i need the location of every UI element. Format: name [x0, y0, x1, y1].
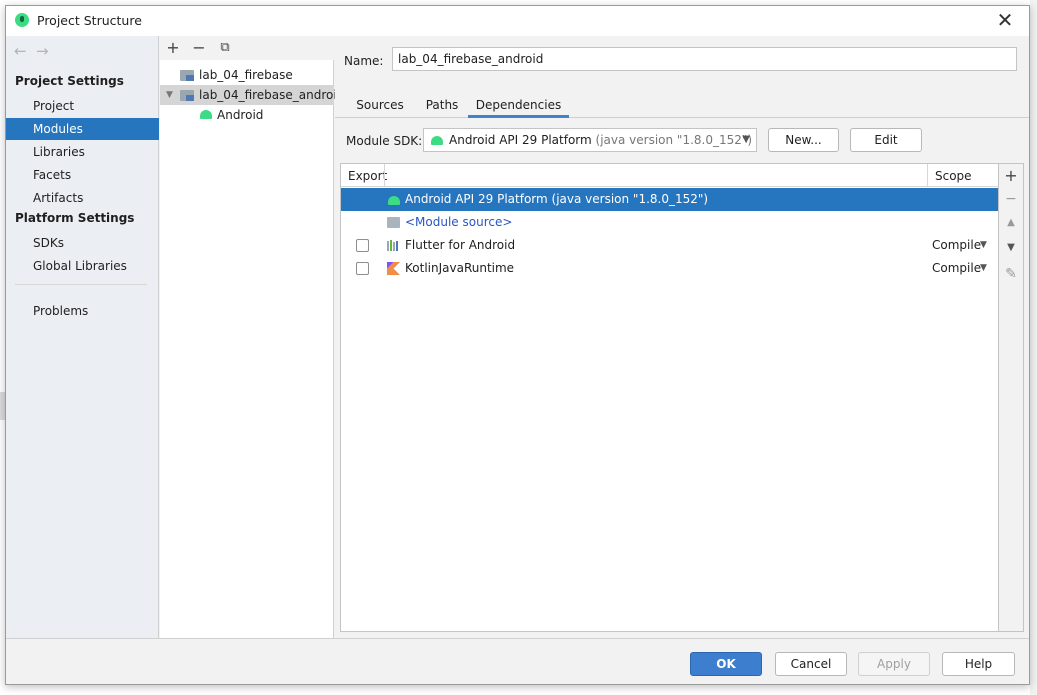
expand-arrow-icon[interactable]: ▼ — [166, 85, 173, 105]
project-structure-dialog: Project Structure ✕ ← → Project Settings … — [5, 5, 1030, 685]
nav-arrows: ← → — [14, 42, 58, 60]
dependency-label: Android API 29 Platform (java version "1… — [405, 192, 709, 206]
dialog-footer: OK Cancel Apply Help — [6, 638, 1029, 684]
module-name-input[interactable] — [392, 47, 1017, 71]
cancel-button[interactable]: Cancel — [775, 652, 847, 676]
platform-settings-header: Platform Settings — [15, 211, 135, 225]
copy-icon[interactable]: ⧉ — [215, 38, 235, 58]
move-down-icon[interactable]: ▼ — [999, 237, 1023, 259]
tree-item-label: lab_04_firebase_android — [199, 88, 345, 102]
module-tree: + − ⧉ lab_04_firebase ▼ lab_04_firebase_… — [160, 36, 344, 638]
sidebar-item-facets[interactable]: Facets — [6, 164, 159, 186]
add-dependency-icon[interactable]: + — [999, 165, 1023, 187]
tree-item-lab-04-firebase-android[interactable]: ▼ lab_04_firebase_android — [160, 85, 344, 105]
add-icon[interactable]: + — [163, 38, 183, 58]
help-button[interactable]: Help — [942, 652, 1015, 676]
dependency-label: KotlinJavaRuntime — [405, 261, 515, 275]
export-checkbox[interactable] — [356, 262, 369, 275]
tab-sources[interactable]: Sources — [352, 94, 408, 118]
table-header: Export Scope — [341, 164, 998, 187]
close-icon[interactable]: ✕ — [992, 10, 1018, 32]
table-row[interactable]: <Module source> — [341, 211, 998, 234]
column-divider — [384, 164, 385, 187]
source-folder-icon — [387, 217, 400, 228]
chevron-down-icon: ▼ — [742, 134, 750, 145]
tab-dependencies[interactable]: Dependencies — [468, 94, 569, 118]
tree-toolbar: + − ⧉ — [160, 36, 334, 60]
chevron-down-icon[interactable]: ▼ — [980, 257, 987, 280]
tree-item-label: Android — [217, 108, 264, 122]
sidebar-item-global-libraries[interactable]: Global Libraries — [6, 255, 159, 277]
library-icon — [387, 240, 398, 251]
sidebar-item-modules[interactable]: Modules — [6, 118, 159, 140]
dialog-titlebar: Project Structure ✕ — [6, 6, 1029, 36]
forward-arrow-icon[interactable]: → — [36, 42, 58, 60]
scope-select[interactable]: Compile — [932, 257, 981, 280]
sidebar-item-project[interactable]: Project — [6, 95, 159, 117]
apply-button[interactable]: Apply — [858, 652, 930, 676]
column-header-export[interactable]: Export — [348, 169, 387, 183]
settings-sidebar: ← → Project Settings Project Modules Libr… — [6, 36, 159, 638]
edit-sdk-button[interactable]: Edit — [850, 128, 922, 152]
module-details-panel: Name: Sources Paths Dependencies Module … — [335, 36, 1029, 638]
module-sdk-label: Module SDK: — [346, 134, 423, 148]
ok-button[interactable]: OK — [690, 652, 762, 676]
tree-item-label: lab_04_firebase — [199, 68, 293, 82]
sidebar-item-problems[interactable]: Problems — [6, 300, 159, 322]
android-studio-icon — [15, 13, 29, 27]
dialog-title: Project Structure — [37, 13, 142, 28]
export-checkbox[interactable] — [356, 239, 369, 252]
column-header-scope[interactable]: Scope — [935, 169, 972, 183]
sidebar-item-sdks[interactable]: SDKs — [6, 232, 159, 254]
scope-select[interactable]: Compile — [932, 234, 981, 257]
sdk-value: Android API 29 Platform — [449, 133, 592, 147]
column-divider — [927, 164, 928, 187]
ide-background-edge — [1030, 0, 1037, 695]
sdk-value-detail: (java version "1.8.0_152") — [595, 133, 753, 147]
chevron-down-icon[interactable]: ▼ — [980, 234, 987, 257]
module-tabs: Sources Paths Dependencies — [335, 90, 1029, 118]
edit-pencil-icon[interactable]: ✎ — [999, 263, 1023, 285]
table-row[interactable]: Flutter for Android Compile ▼ — [341, 234, 998, 257]
module-sdk-dropdown[interactable]: Android API 29 Platform (java version "1… — [423, 128, 757, 152]
project-settings-header: Project Settings — [15, 74, 124, 88]
tree-item-lab-04-firebase[interactable]: lab_04_firebase — [160, 65, 334, 85]
dependency-label: Flutter for Android — [405, 238, 516, 252]
kotlin-icon — [387, 262, 400, 275]
android-icon — [431, 136, 443, 145]
dependency-toolbar: + − ▲ ▼ ✎ — [999, 163, 1024, 632]
name-label: Name: — [344, 54, 384, 68]
module-folder-icon — [180, 70, 194, 81]
sidebar-divider — [15, 284, 147, 285]
new-sdk-button[interactable]: New... — [768, 128, 839, 152]
android-icon — [388, 196, 400, 205]
table-row[interactable]: KotlinJavaRuntime Compile ▼ — [341, 257, 998, 280]
dependencies-table: Export Scope Android API 29 Platform (ja… — [340, 163, 999, 632]
sidebar-item-artifacts[interactable]: Artifacts — [6, 187, 159, 209]
dependency-label: <Module source> — [405, 215, 513, 229]
table-row[interactable]: Android API 29 Platform (java version "1… — [341, 188, 998, 211]
remove-dependency-icon[interactable]: − — [999, 188, 1023, 210]
tab-paths[interactable]: Paths — [420, 94, 464, 118]
module-folder-icon — [180, 90, 194, 101]
android-icon — [200, 110, 212, 119]
back-arrow-icon[interactable]: ← — [14, 42, 36, 60]
tree-item-android-facet[interactable]: Android — [160, 105, 334, 125]
move-up-icon[interactable]: ▲ — [999, 212, 1023, 234]
sidebar-item-libraries[interactable]: Libraries — [6, 141, 159, 163]
remove-icon[interactable]: − — [189, 38, 209, 58]
